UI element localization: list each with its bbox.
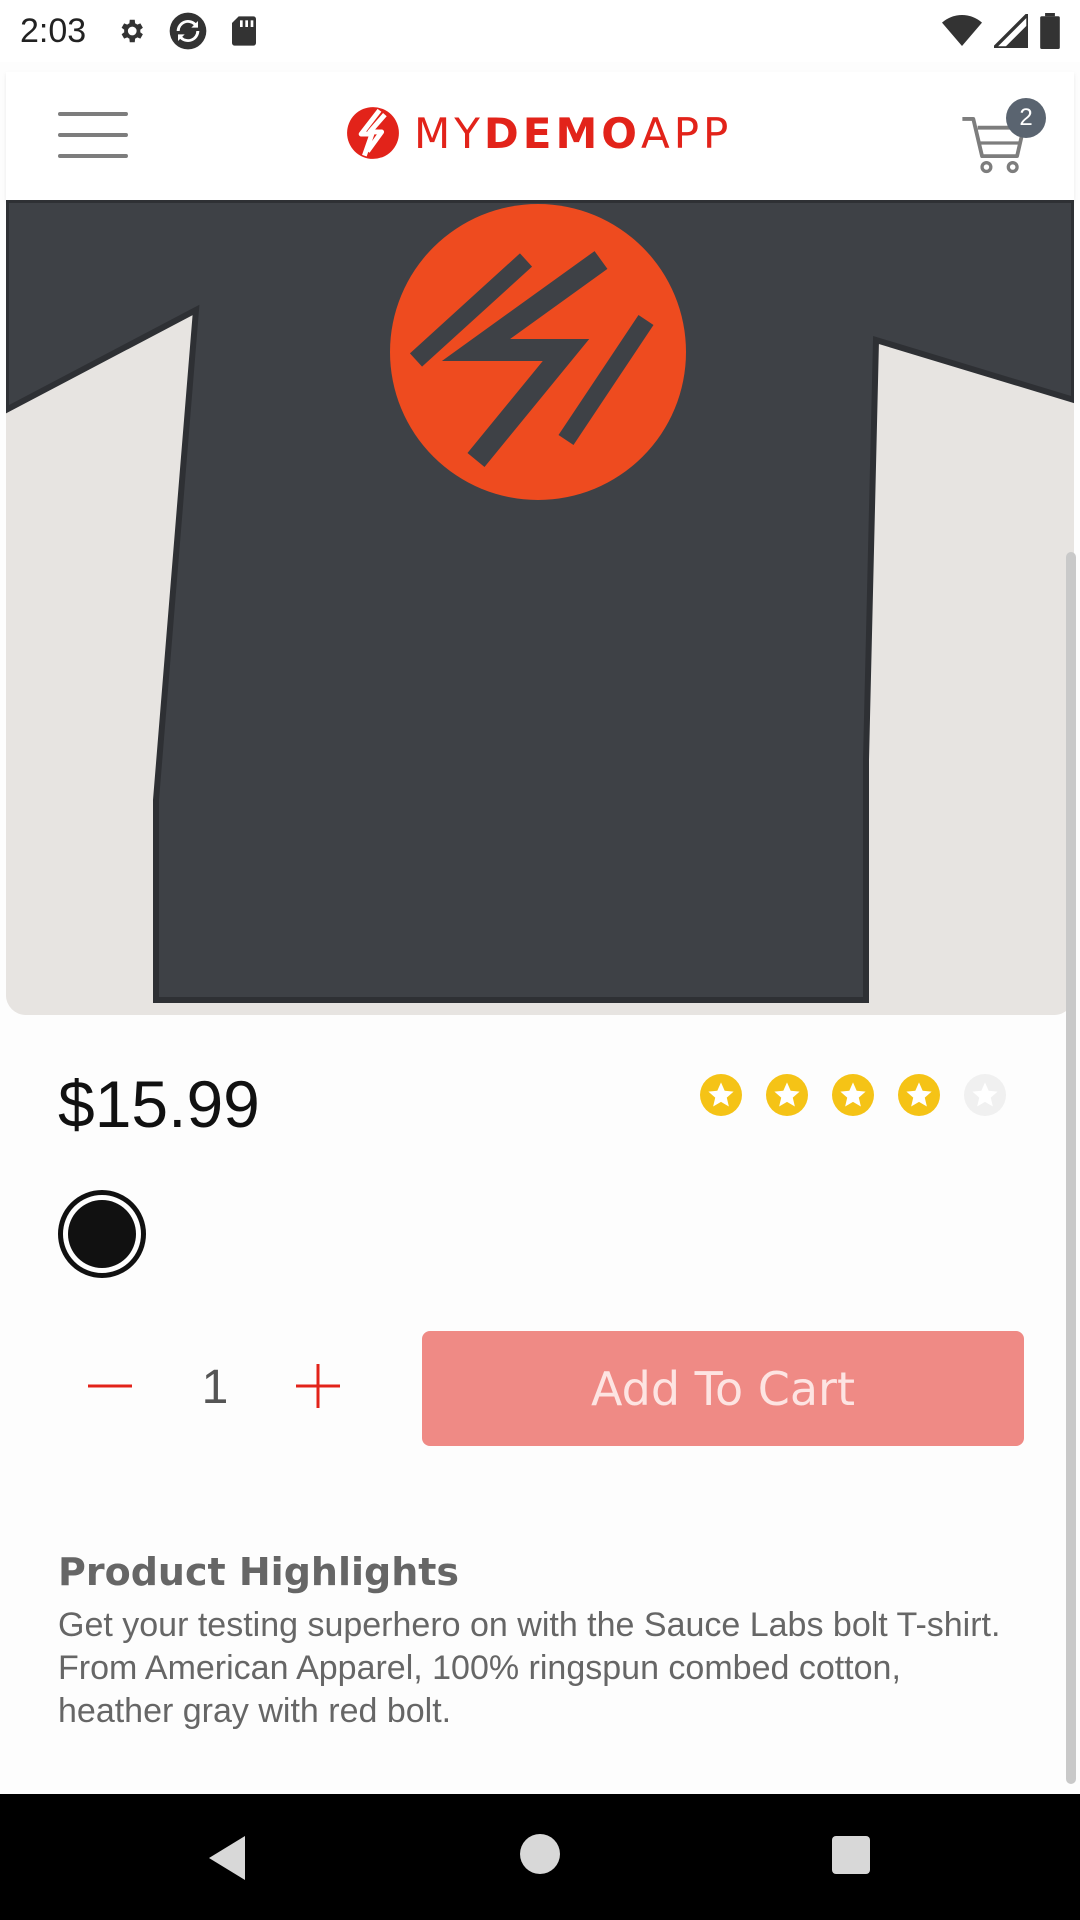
star-filled-icon[interactable] [832, 1074, 874, 1116]
signal-icon [994, 14, 1028, 48]
star-empty-icon[interactable] [964, 1074, 1006, 1116]
menu-button[interactable] [58, 112, 128, 158]
recents-icon[interactable] [832, 1836, 870, 1874]
battery-icon [1040, 13, 1060, 49]
status-icons-left [116, 11, 258, 51]
bolt-logo-icon [347, 107, 399, 159]
status-bar: 2:03 [0, 0, 1080, 62]
logo-prefix: MY [414, 108, 484, 158]
star-filled-icon[interactable] [766, 1074, 808, 1116]
status-icons-right [942, 13, 1060, 49]
sd-card-icon [232, 16, 257, 46]
product-price: $15.99 [58, 1067, 260, 1141]
menu-line [58, 112, 128, 116]
sync-icon [169, 12, 207, 50]
settings-icon [121, 19, 144, 43]
product-image [6, 200, 1074, 1015]
star-filled-icon[interactable] [700, 1074, 742, 1116]
logo-text: MYDEMOAPP [414, 109, 732, 158]
cart-badge: 2 [1006, 98, 1046, 138]
quantity-minus-button[interactable] [80, 1356, 140, 1416]
star-filled-icon[interactable] [898, 1074, 940, 1116]
scrollbar[interactable] [1066, 552, 1076, 1784]
rating-stars[interactable] [700, 1074, 1006, 1116]
navigation-bar [0, 1794, 1080, 1920]
menu-line [58, 133, 128, 137]
app-header: MYDEMOAPP 2 [6, 72, 1074, 200]
home-icon[interactable] [520, 1834, 560, 1874]
status-time: 2:03 [20, 11, 87, 50]
logo-bold: DEMO [483, 108, 641, 158]
highlights-title: Product Highlights [58, 1550, 460, 1594]
menu-line [58, 154, 128, 158]
quantity-plus-button[interactable] [288, 1356, 348, 1416]
color-swatch-black[interactable] [58, 1190, 146, 1278]
back-icon[interactable] [205, 1834, 249, 1882]
add-to-cart-button[interactable]: Add To Cart [422, 1331, 1024, 1446]
highlights-text: Get your testing superhero on with the S… [58, 1606, 1001, 1730]
tshirt-image [6, 200, 1074, 1015]
logo-suffix: APP [640, 108, 733, 158]
cart-button[interactable]: 2 [958, 98, 1046, 178]
color-swatch-fill [68, 1200, 136, 1268]
wifi-icon [942, 15, 982, 46]
quantity-value: 1 [201, 1361, 229, 1414]
app-logo: MYDEMOAPP [346, 106, 732, 160]
